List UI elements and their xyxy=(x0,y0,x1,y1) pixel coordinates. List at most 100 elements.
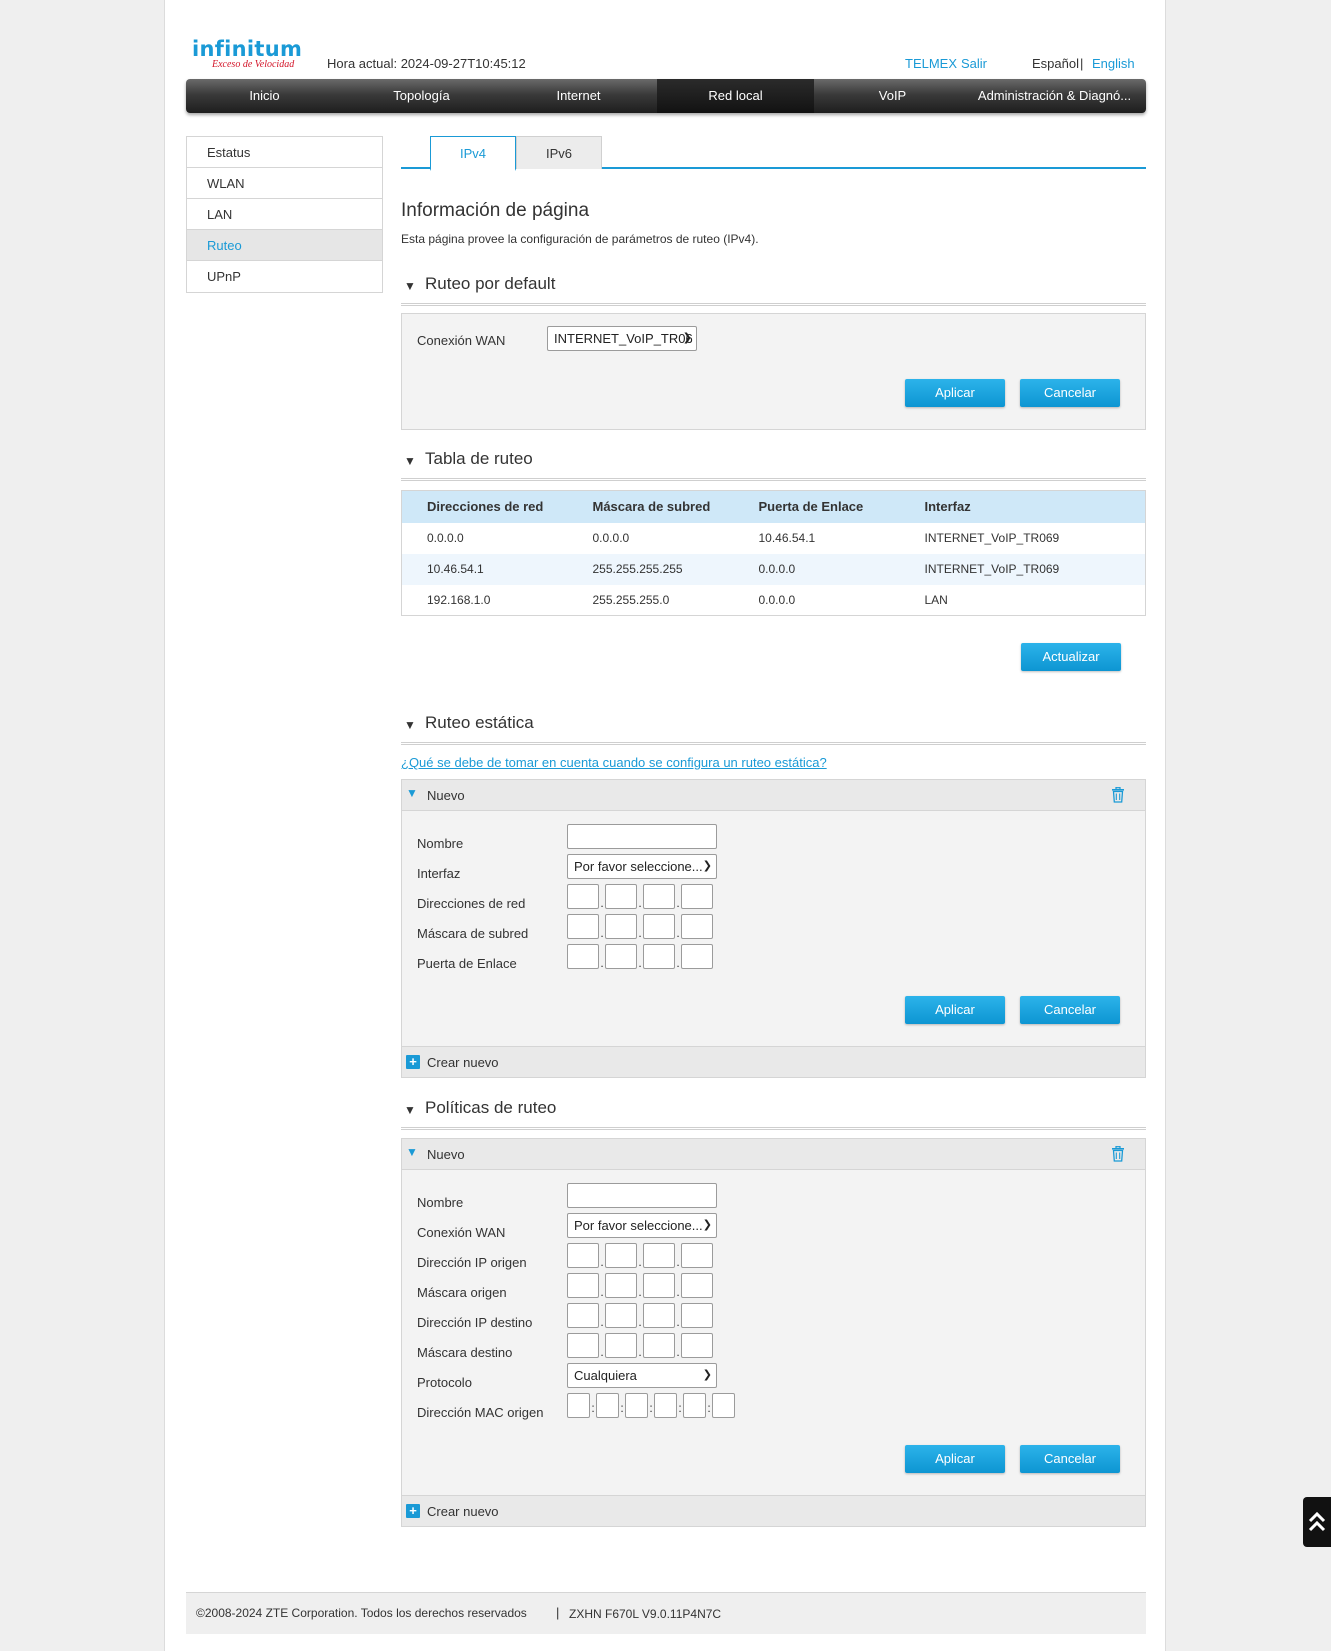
tab-ipv6[interactable]: IPv6 xyxy=(516,136,602,169)
routing-table: Direcciones de red Máscara de subred Pue… xyxy=(401,490,1146,616)
nav-topologia[interactable]: Topología xyxy=(343,79,500,113)
section-route-table[interactable]: ▼ Tabla de ruteo xyxy=(401,449,1146,481)
create-new-label[interactable]: Crear nuevo xyxy=(427,1504,499,1519)
ip-octet-input[interactable] xyxy=(567,944,599,969)
ip-octet-input[interactable] xyxy=(567,914,599,939)
mac-octet-input[interactable] xyxy=(712,1393,735,1418)
ip-octet-input[interactable] xyxy=(567,1243,599,1268)
footer-separator: | xyxy=(556,1605,560,1620)
ip-octet-input[interactable] xyxy=(605,1243,637,1268)
plus-icon[interactable]: + xyxy=(406,1055,420,1069)
ip-octet-input[interactable] xyxy=(681,884,713,909)
telmex-link[interactable]: TELMEX xyxy=(905,56,957,71)
section-policy-route[interactable]: ▼ Políticas de ruteo xyxy=(401,1098,1146,1130)
sidebar-item-wlan[interactable]: WLAN xyxy=(187,168,382,199)
page-description: Esta página provee la configuración de p… xyxy=(401,232,759,246)
ip-octet-input[interactable] xyxy=(681,1273,713,1298)
wan-connection-label: Conexión WAN xyxy=(417,333,506,348)
sidebar-item-lan[interactable]: LAN xyxy=(187,199,382,230)
expand-triangle-icon[interactable]: ▼ xyxy=(406,1145,418,1159)
sidebar-item-upnp[interactable]: UPnP xyxy=(187,261,382,292)
ip-octet-input[interactable] xyxy=(681,1243,713,1268)
device-model: ZXHN F670L V9.0.11P4N7C xyxy=(569,1607,722,1621)
protocol-select[interactable]: Cualquiera ❯ xyxy=(567,1363,717,1388)
tab-ipv4[interactable]: IPv4 xyxy=(430,136,516,171)
refresh-button[interactable]: Actualizar xyxy=(1021,643,1121,671)
source-ip-input: . . . xyxy=(567,1243,713,1268)
name-input[interactable] xyxy=(567,1183,717,1208)
table-cell: LAN xyxy=(924,592,948,607)
scroll-to-top-button[interactable] xyxy=(1303,1497,1331,1547)
cancel-button[interactable]: Cancelar xyxy=(1020,996,1120,1024)
new-entry-header[interactable]: ▼ Nuevo xyxy=(402,780,1145,811)
current-time: Hora actual: 2024-09-27T10:45:12 xyxy=(327,56,526,71)
expand-triangle-icon[interactable]: ▼ xyxy=(406,786,418,800)
ip-octet-input[interactable] xyxy=(605,1273,637,1298)
interface-select[interactable]: Por favor seleccione... ❯ xyxy=(567,854,717,879)
new-entry-header[interactable]: ▼ Nuevo xyxy=(402,1139,1145,1170)
apply-button[interactable]: Aplicar xyxy=(905,379,1005,407)
collapse-triangle-icon[interactable]: ▼ xyxy=(404,454,416,468)
collapse-triangle-icon[interactable]: ▼ xyxy=(404,1103,416,1117)
wan-connection-select[interactable]: Por favor seleccione... ❯ xyxy=(567,1213,717,1238)
subnet-mask-label: Máscara de subred xyxy=(417,926,529,941)
nav-red-local[interactable]: Red local xyxy=(657,79,814,113)
ip-octet-input[interactable] xyxy=(643,1243,675,1268)
nav-voip[interactable]: VoIP xyxy=(814,79,971,113)
ip-octet-input[interactable] xyxy=(605,1303,637,1328)
ip-octet-input[interactable] xyxy=(567,1333,599,1358)
create-new-row[interactable]: + Crear nuevo xyxy=(402,1046,1145,1077)
cancel-button[interactable]: Cancelar xyxy=(1020,1445,1120,1473)
section-default-route[interactable]: ▼ Ruteo por default xyxy=(401,274,1146,306)
cancel-button[interactable]: Cancelar xyxy=(1020,379,1120,407)
create-new-row[interactable]: + Crear nuevo xyxy=(402,1495,1145,1526)
plus-icon[interactable]: + xyxy=(406,1504,420,1518)
page-container: infinitum Exceso de Velocidad Hora actua… xyxy=(164,0,1166,1651)
ip-octet-input[interactable] xyxy=(643,884,675,909)
mac-octet-input[interactable] xyxy=(596,1393,619,1418)
sidebar-item-estatus[interactable]: Estatus xyxy=(187,137,382,168)
sidebar-item-ruteo[interactable]: Ruteo xyxy=(187,230,382,261)
ip-octet-input[interactable] xyxy=(643,1303,675,1328)
apply-button[interactable]: Aplicar xyxy=(905,996,1005,1024)
collapse-triangle-icon[interactable]: ▼ xyxy=(404,279,416,293)
name-input[interactable] xyxy=(567,824,717,849)
default-route-panel: Conexión WAN INTERNET_VoIP_TR06 ❯ Aplica… xyxy=(401,313,1146,430)
chevron-down-icon: ❯ xyxy=(702,1369,712,1381)
copyright-text: ©2008-2024 ZTE Corporation. Todos los de… xyxy=(196,1606,527,1620)
ip-octet-input[interactable] xyxy=(681,944,713,969)
ip-octet-input[interactable] xyxy=(567,1303,599,1328)
ip-octet-input[interactable] xyxy=(643,1273,675,1298)
ip-octet-input[interactable] xyxy=(605,884,637,909)
ip-octet-input[interactable] xyxy=(643,914,675,939)
logout-link[interactable]: Salir xyxy=(961,56,987,71)
collapse-triangle-icon[interactable]: ▼ xyxy=(404,718,416,732)
apply-button[interactable]: Aplicar xyxy=(905,1445,1005,1473)
ip-octet-input[interactable] xyxy=(567,1273,599,1298)
section-static-route[interactable]: ▼ Ruteo estática xyxy=(401,713,1146,745)
ip-octet-input[interactable] xyxy=(605,914,637,939)
nav-administracion[interactable]: Administración & Diagnó... xyxy=(971,79,1146,113)
ip-octet-input[interactable] xyxy=(681,1333,713,1358)
lang-spanish[interactable]: Español xyxy=(1032,56,1079,71)
create-new-label[interactable]: Crear nuevo xyxy=(427,1055,499,1070)
nav-inicio[interactable]: Inicio xyxy=(186,79,343,113)
ip-octet-input[interactable] xyxy=(643,944,675,969)
ip-octet-input[interactable] xyxy=(567,884,599,909)
mac-octet-input[interactable] xyxy=(625,1393,648,1418)
nav-internet[interactable]: Internet xyxy=(500,79,657,113)
mac-octet-input[interactable] xyxy=(567,1393,590,1418)
trash-icon[interactable] xyxy=(1111,787,1125,803)
ip-octet-input[interactable] xyxy=(605,944,637,969)
mac-octet-input[interactable] xyxy=(654,1393,677,1418)
wan-connection-select[interactable]: INTERNET_VoIP_TR06 ❯ xyxy=(547,326,697,351)
ip-octet-input[interactable] xyxy=(605,1333,637,1358)
lang-english[interactable]: English xyxy=(1092,56,1135,71)
static-route-help-link[interactable]: ¿Qué se debe de tomar en cuenta cuando s… xyxy=(401,755,827,770)
ip-octet-input[interactable] xyxy=(643,1333,675,1358)
ip-octet-input[interactable] xyxy=(681,914,713,939)
mac-octet-input[interactable] xyxy=(683,1393,706,1418)
ip-octet-input[interactable] xyxy=(681,1303,713,1328)
trash-icon[interactable] xyxy=(1111,1146,1125,1162)
column-header: Puerta de Enlace xyxy=(733,490,900,523)
